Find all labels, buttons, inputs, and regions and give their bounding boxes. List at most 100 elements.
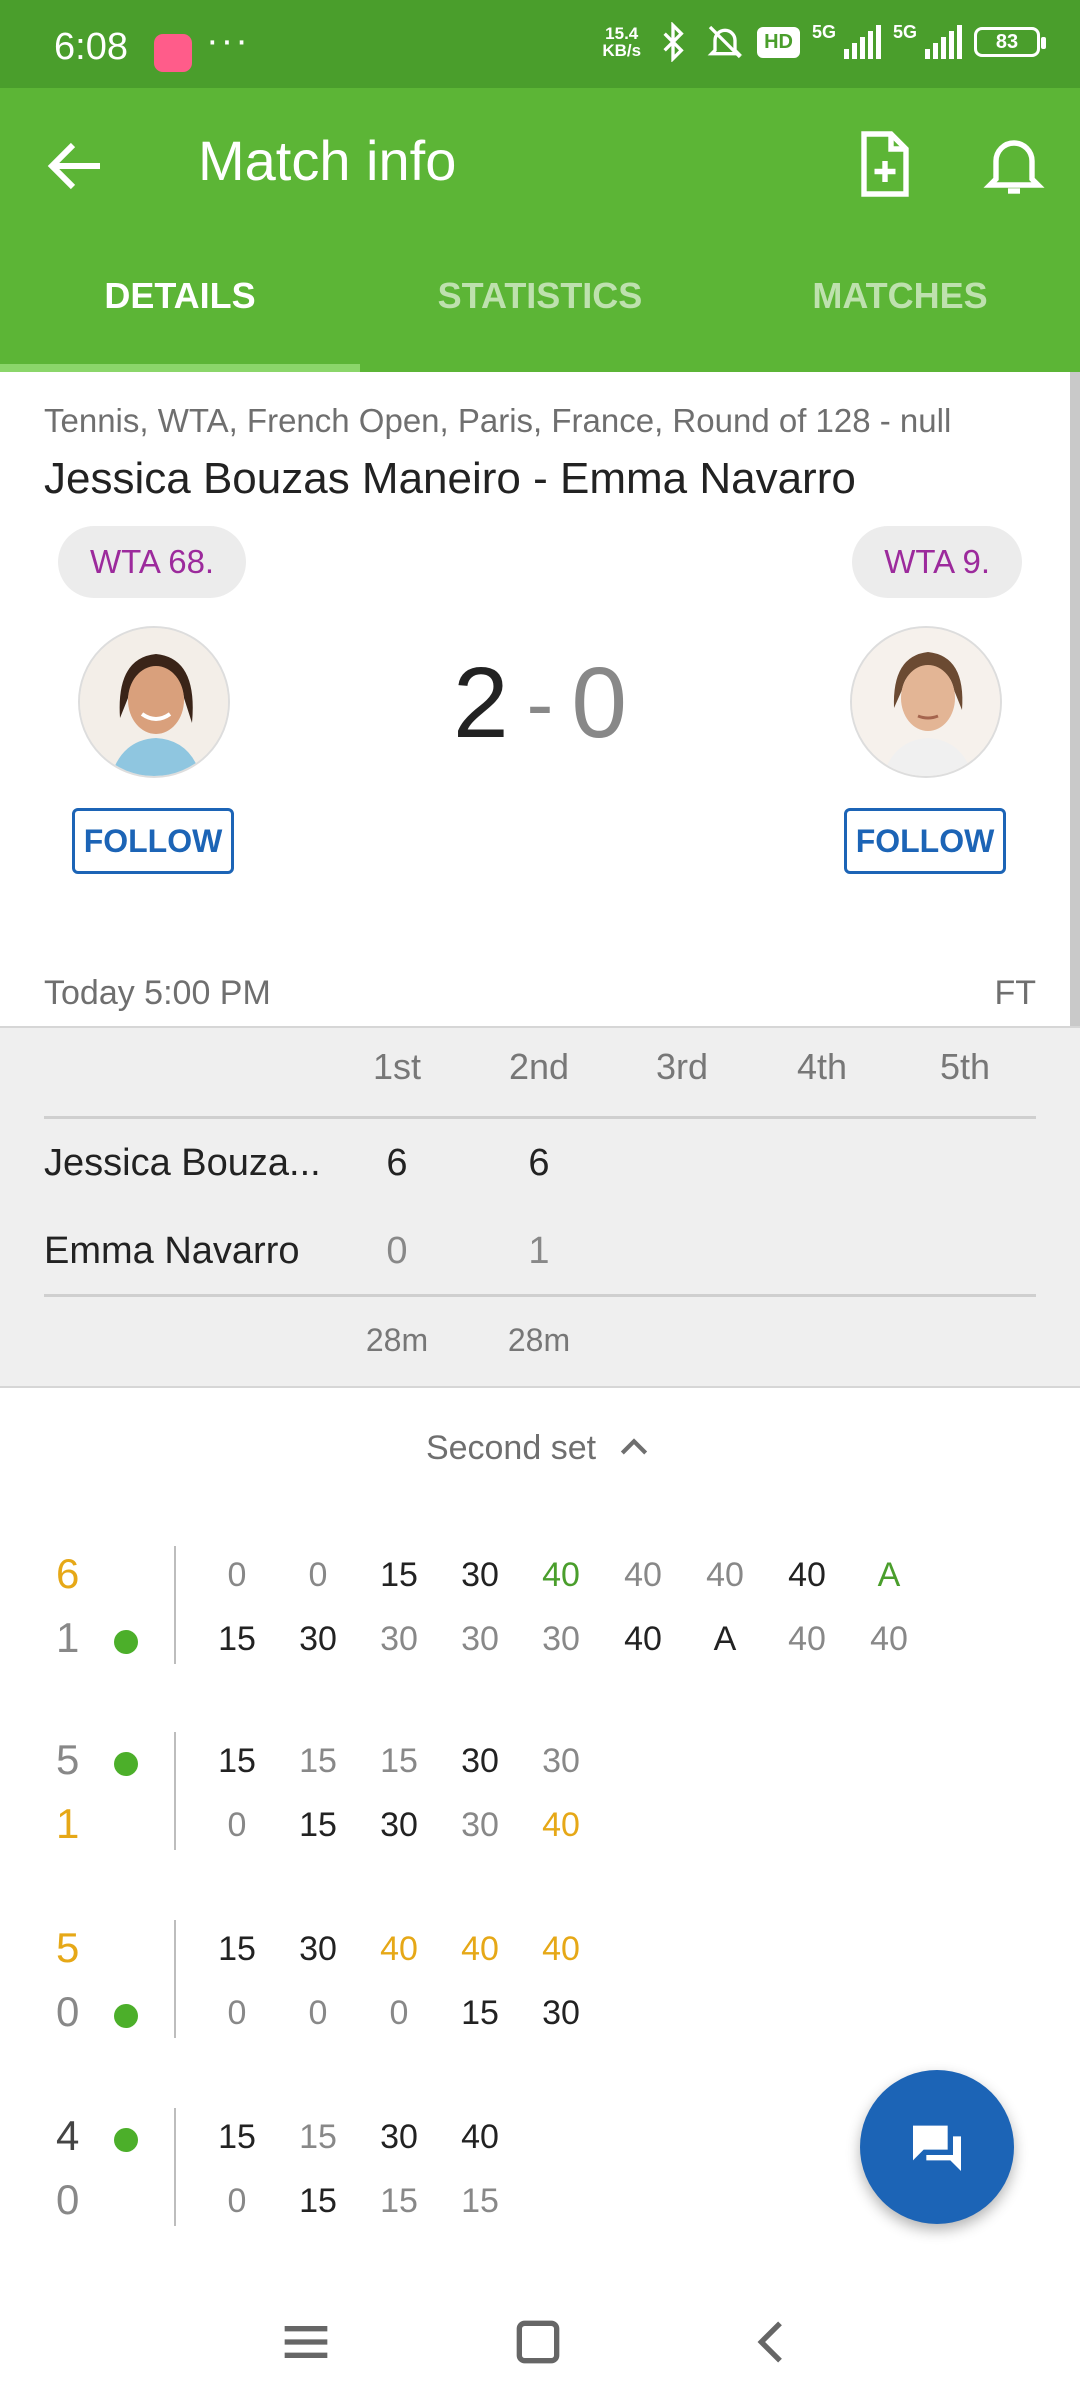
point-score: 30 xyxy=(542,1742,580,1780)
network-type-2: 5G xyxy=(892,22,917,42)
point-score: 15 xyxy=(380,1742,418,1780)
home-set-1-score: 6 xyxy=(386,1142,408,1184)
point-score: 40 xyxy=(542,1806,580,1844)
back-chevron-icon[interactable] xyxy=(740,2310,804,2374)
point-score: 0 xyxy=(227,2182,247,2220)
away-player-avatar[interactable] xyxy=(850,626,1002,778)
point-score: 0 xyxy=(308,1556,328,1594)
point-score: 40 xyxy=(461,2118,499,2156)
home-set-2-score: 6 xyxy=(528,1142,550,1184)
set-selector[interactable]: Second set xyxy=(0,1428,1080,1468)
game-score: 5 xyxy=(56,1736,80,1783)
player-photo-icon xyxy=(80,628,228,776)
point-score: 0 xyxy=(308,1994,328,2032)
match-score: 2 - 0 xyxy=(440,646,640,761)
point-score: 0 xyxy=(389,1994,409,2032)
away-sets-score: 0 xyxy=(571,647,627,759)
add-document-icon[interactable] xyxy=(846,128,918,200)
point-score: 15 xyxy=(380,2182,418,2220)
hd-badge: HD xyxy=(757,26,800,58)
set-2-duration: 28m xyxy=(507,1322,571,1358)
set-1-duration: 28m xyxy=(365,1322,429,1358)
home-sets-score: 2 xyxy=(453,647,509,759)
chat-icon xyxy=(913,2125,961,2171)
status-bar: 6:08 ··· 15.4 KB/s HD 5G 5G 83 xyxy=(0,0,1080,88)
point-score: 15 xyxy=(299,2182,337,2220)
point-score: 40 xyxy=(380,1930,418,1968)
point-score: 15 xyxy=(218,1742,256,1780)
away-set-1-score: 0 xyxy=(386,1230,408,1272)
away-rank-badge[interactable]: WTA 9. xyxy=(852,526,1022,598)
home-rank-badge[interactable]: WTA 68. xyxy=(58,526,247,598)
tab-bar: DETAILS STATISTICS MATCHES xyxy=(0,240,1080,372)
point-score: 30 xyxy=(299,1930,337,1968)
point-score: 15 xyxy=(218,2118,256,2156)
home-player-avatar[interactable] xyxy=(78,626,230,778)
point-score: 30 xyxy=(461,1742,499,1780)
point-score: 15 xyxy=(218,1620,256,1658)
signal-icon-1 xyxy=(843,25,881,59)
point-score: 40 xyxy=(542,1930,580,1968)
match-status: FT xyxy=(994,974,1036,1012)
game-score: 0 xyxy=(56,2176,80,2223)
tab-statistics[interactable]: STATISTICS xyxy=(360,240,720,372)
point-score: 15 xyxy=(380,1556,418,1594)
point-score: 30 xyxy=(299,1620,337,1658)
app-bar: Match info xyxy=(0,88,1080,240)
chat-button[interactable] xyxy=(860,2070,1014,2224)
tab-details[interactable]: DETAILS xyxy=(0,240,360,372)
follow-home-button[interactable]: FOLLOW xyxy=(72,808,234,874)
bluetooth-icon xyxy=(663,22,684,62)
point-score: 30 xyxy=(542,1994,580,2032)
score-separator: - xyxy=(526,658,554,748)
table-divider xyxy=(44,1294,1036,1297)
away-set-2-score: 1 xyxy=(528,1230,550,1272)
player-photo-icon xyxy=(852,628,1000,776)
game-divider xyxy=(174,1546,176,1664)
point-score: 40 xyxy=(788,1556,826,1594)
serve-indicator-icon xyxy=(114,1630,138,1654)
point-score: 15 xyxy=(218,1930,256,1968)
notification-app-icon xyxy=(154,34,192,72)
point-score: 40 xyxy=(461,1930,499,1968)
point-score: 30 xyxy=(380,2118,418,2156)
tab-matches[interactable]: MATCHES xyxy=(720,240,1080,372)
more-notifications-icon: ··· xyxy=(206,20,250,62)
game-divider xyxy=(174,1732,176,1850)
menu-icon[interactable] xyxy=(274,2310,338,2374)
status-time: 6:08 xyxy=(54,26,128,68)
point-score: 30 xyxy=(380,1620,418,1658)
game-row: 5 15 15 15 30 30 xyxy=(0,1736,1080,1796)
game-score: 1 xyxy=(56,1800,80,1847)
away-player-name: Emma Navarro xyxy=(44,1230,300,1272)
point-score: 15 xyxy=(299,1742,337,1780)
arrow-back-icon[interactable] xyxy=(40,130,112,202)
battery-icon: 83 xyxy=(974,27,1046,57)
set-header-2nd: 2nd xyxy=(508,1046,570,1087)
serve-indicator-icon xyxy=(114,2128,138,2152)
status-icons: 15.4 KB/s HD 5G 5G 83 xyxy=(602,22,1046,62)
home-player-name: Jessica Bouza... xyxy=(44,1142,321,1184)
set-selector-label: Second set xyxy=(425,1428,597,1467)
game-row: 0 0 0 0 15 30 xyxy=(0,1988,1080,2048)
game-score: 0 xyxy=(56,1988,80,2035)
point-score: A xyxy=(877,1556,901,1594)
system-navigation-bar xyxy=(0,2280,1080,2400)
point-score: 30 xyxy=(380,1806,418,1844)
point-score: 15 xyxy=(461,1994,499,2032)
game-row: 1 15 30 30 30 30 40 A 40 40 xyxy=(0,1614,1080,1674)
point-score: 0 xyxy=(227,1806,247,1844)
game-divider xyxy=(174,2108,176,2226)
home-square-icon[interactable] xyxy=(506,2310,570,2374)
game-divider xyxy=(174,1920,176,2038)
game-row: 5 15 30 40 40 40 xyxy=(0,1924,1080,1984)
serve-indicator-icon xyxy=(114,2004,138,2028)
game-score: 5 xyxy=(56,1924,80,1971)
follow-away-button[interactable]: FOLLOW xyxy=(844,808,1006,874)
point-score: 30 xyxy=(461,1806,499,1844)
point-score: 30 xyxy=(461,1620,499,1658)
serve-indicator-icon xyxy=(114,1752,138,1776)
table-divider xyxy=(44,1116,1036,1119)
bell-muted-icon xyxy=(707,25,743,59)
bell-icon[interactable] xyxy=(978,128,1050,200)
